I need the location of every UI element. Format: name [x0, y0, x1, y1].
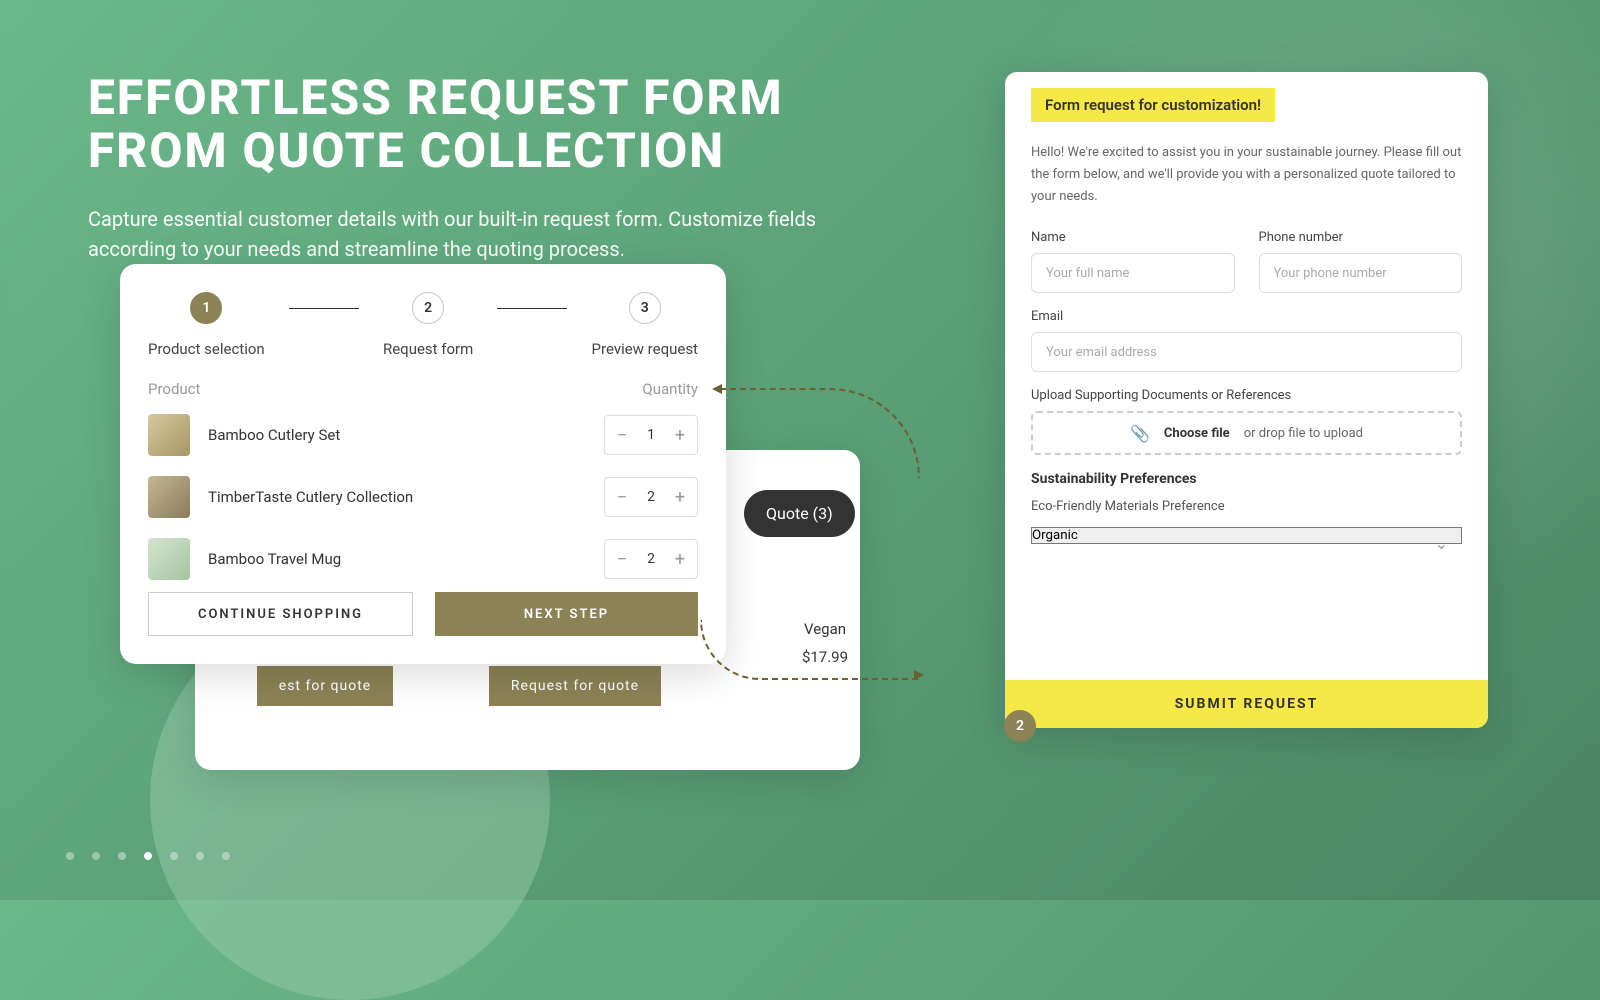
paperclip-icon: 📎	[1130, 424, 1150, 443]
email-label: Email	[1031, 309, 1462, 324]
request-quote-button[interactable]: est for quote	[257, 666, 393, 706]
submit-request-button[interactable]: SUBMIT REQUEST	[1005, 680, 1488, 728]
catalog-name: Vegan	[725, 620, 925, 638]
continue-shopping-button[interactable]: CONTINUE SHOPPING	[148, 592, 413, 636]
phone-label: Phone number	[1259, 230, 1463, 245]
qty-plus-button[interactable]: +	[663, 478, 697, 516]
file-upload-zone[interactable]: 📎 Choose file or drop file to upload	[1031, 411, 1462, 455]
product-row: Bamboo Cutlery Set − 1 +	[148, 414, 698, 456]
product-name: TimberTaste Cutlery Collection	[208, 488, 586, 506]
col-quantity: Quantity	[642, 380, 698, 398]
name-label: Name	[1031, 230, 1235, 245]
arrowhead-icon	[914, 670, 924, 680]
preferences-sublabel: Eco-Friendly Materials Preference	[1031, 499, 1462, 514]
carousel-dots[interactable]	[66, 852, 230, 860]
qty-value: 1	[639, 427, 663, 443]
step-number: 3	[629, 292, 661, 324]
carousel-dot[interactable]	[66, 852, 74, 860]
email-input[interactable]	[1031, 332, 1462, 372]
col-product: Product	[148, 380, 200, 398]
product-thumbnail	[148, 476, 190, 518]
step-request-form[interactable]: 2 Request form	[383, 292, 473, 358]
product-row: TimberTaste Cutlery Collection − 2 +	[148, 476, 698, 518]
qty-value: 2	[639, 489, 663, 505]
request-quote-button[interactable]: Request for quote	[489, 666, 661, 706]
carousel-dot[interactable]	[118, 852, 126, 860]
qty-value: 2	[639, 551, 663, 567]
qty-plus-button[interactable]: +	[663, 540, 697, 578]
product-name: Bamboo Travel Mug	[208, 550, 586, 568]
carousel-dot[interactable]	[144, 852, 152, 860]
step-divider	[497, 308, 567, 309]
carousel-dot[interactable]	[222, 852, 230, 860]
catalog-price: $17.99	[725, 648, 925, 666]
request-form-card: Form request for customization! Hello! W…	[1005, 72, 1488, 728]
quantity-stepper[interactable]: − 2 +	[604, 477, 698, 517]
quantity-stepper[interactable]: − 1 +	[604, 415, 698, 455]
form-title-tag: Form request for customization!	[1031, 88, 1275, 122]
quantity-stepper[interactable]: − 2 +	[604, 539, 698, 579]
quote-bubble[interactable]: Quote (3)	[744, 490, 855, 537]
product-thumbnail	[148, 538, 190, 580]
step-label: Product selection	[148, 340, 265, 358]
form-description: Hello! We're excited to assist you in yo…	[1031, 142, 1462, 208]
carousel-dot[interactable]	[170, 852, 178, 860]
upload-label: Upload Supporting Documents or Reference…	[1031, 388, 1462, 403]
arrowhead-icon	[712, 384, 722, 394]
materials-select[interactable]: Organic	[1031, 527, 1462, 544]
next-step-button[interactable]: NEXT STEP	[435, 592, 698, 636]
qty-plus-button[interactable]: +	[663, 416, 697, 454]
carousel-dot[interactable]	[196, 852, 204, 860]
phone-input[interactable]	[1259, 253, 1463, 293]
step-preview-request[interactable]: 3 Preview request	[592, 292, 698, 358]
qty-minus-button[interactable]: −	[605, 416, 639, 454]
wizard-steps: 1 Product selection 2 Request form 3 Pre…	[148, 292, 698, 358]
qty-minus-button[interactable]: −	[605, 478, 639, 516]
hero-block: EFFORTLESS REQUEST FORM FROM QUOTE COLLE…	[88, 72, 838, 264]
preferences-heading: Sustainability Preferences	[1031, 471, 1462, 487]
carousel-dot[interactable]	[92, 852, 100, 860]
step-number: 2	[412, 292, 444, 324]
step-label: Request form	[383, 340, 473, 358]
hero-title: EFFORTLESS REQUEST FORM FROM QUOTE COLLE…	[88, 72, 838, 178]
product-thumbnail	[148, 414, 190, 456]
drop-hint: or drop file to upload	[1244, 426, 1363, 441]
qty-minus-button[interactable]: −	[605, 540, 639, 578]
name-input[interactable]	[1031, 253, 1235, 293]
step-divider	[289, 308, 359, 309]
product-row: Bamboo Travel Mug − 2 +	[148, 538, 698, 580]
step-product-selection[interactable]: 1 Product selection	[148, 292, 265, 358]
wizard-card: 1 Product selection 2 Request form 3 Pre…	[120, 264, 726, 664]
step-label: Preview request	[592, 340, 698, 358]
product-table-header: Product Quantity	[148, 380, 698, 398]
choose-file-button[interactable]: Choose file	[1164, 426, 1230, 441]
catalog-item: Vegan $17.99	[725, 620, 925, 706]
product-name: Bamboo Cutlery Set	[208, 426, 586, 444]
step-number: 1	[190, 292, 222, 324]
hero-subtitle: Capture essential customer details with …	[88, 204, 838, 264]
annotation-badge-2: 2	[1004, 710, 1036, 742]
